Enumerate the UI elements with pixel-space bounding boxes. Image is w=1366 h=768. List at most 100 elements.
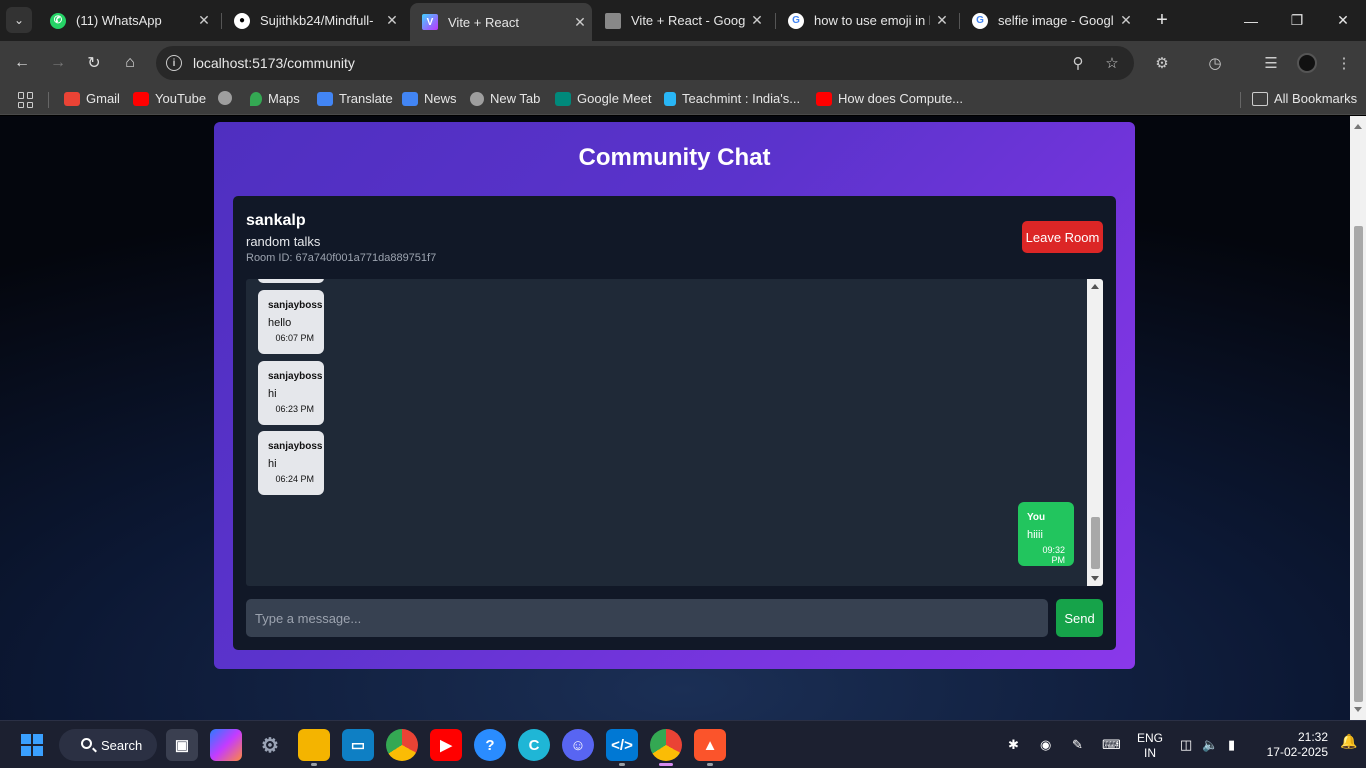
- leave-room-button[interactable]: Leave Room: [1022, 221, 1103, 253]
- scroll-down-arrow-icon[interactable]: [1354, 707, 1362, 712]
- battery-icon[interactable]: ▮: [1228, 721, 1235, 768]
- menu-icon[interactable]: ⋮: [1334, 53, 1354, 73]
- back-button[interactable]: ←: [8, 49, 36, 77]
- scroll-up-arrow-icon[interactable]: [1354, 124, 1362, 129]
- message-list-scrollbar[interactable]: [1087, 279, 1103, 586]
- system-clock[interactable]: 21:32 17-02-2025: [1258, 730, 1328, 760]
- taskbar-search[interactable]: Search: [59, 729, 157, 761]
- tab-emoji-search[interactable]: G how to use emoji in l ✕: [776, 0, 954, 41]
- bookmark-teachmint[interactable]: Teachmint : India's...: [664, 91, 800, 106]
- close-window-button[interactable]: ✕: [1320, 0, 1366, 41]
- page-scrollbar[interactable]: [1350, 116, 1366, 720]
- url-text[interactable]: localhost:5173/community: [193, 55, 355, 71]
- translate-icon: [317, 91, 333, 106]
- google-icon: G: [788, 12, 804, 29]
- tab-selfie-search[interactable]: G selfie image - Google ✕: [960, 0, 1138, 41]
- scroll-down-arrow-icon[interactable]: [1091, 576, 1099, 581]
- close-icon[interactable]: ✕: [930, 12, 954, 29]
- scrollbar-thumb[interactable]: [1091, 517, 1100, 569]
- tab-search-button[interactable]: ⌄: [6, 7, 32, 33]
- arrow-left-icon: ←: [14, 54, 30, 71]
- vscode-icon[interactable]: </>: [606, 729, 638, 766]
- pen-menu-icon[interactable]: ✎: [1072, 721, 1083, 768]
- minimize-icon: —: [1244, 12, 1258, 29]
- scroll-up-arrow-icon[interactable]: [1091, 284, 1099, 289]
- extensions-icon[interactable]: ⚙: [1152, 53, 1172, 73]
- address-bar[interactable]: i localhost:5173/community ⚲ ☆: [156, 46, 1134, 80]
- close-icon[interactable]: ✕: [192, 12, 216, 29]
- zoom-icon[interactable]: ⚲: [1068, 53, 1088, 73]
- close-icon[interactable]: ✕: [745, 12, 769, 29]
- bookmark-translate[interactable]: Translate: [317, 91, 393, 106]
- message-input[interactable]: [246, 599, 1048, 637]
- minimize-button[interactable]: —: [1228, 0, 1274, 41]
- profile-avatar[interactable]: [1297, 53, 1317, 73]
- restore-icon: ❐: [1290, 12, 1304, 28]
- file-explorer-icon[interactable]: [298, 729, 330, 766]
- bookmark-gmail[interactable]: Gmail: [64, 91, 120, 106]
- site-info-icon[interactable]: i: [166, 55, 182, 71]
- tab-github[interactable]: ● Sujithkb24/Mindfull- ✕: [222, 0, 404, 41]
- forward-button[interactable]: →: [44, 49, 72, 77]
- network-icon[interactable]: ◫: [1180, 721, 1192, 768]
- reload-button[interactable]: ↻: [80, 49, 108, 77]
- desktop-icon[interactable]: ▭: [342, 729, 374, 761]
- tab-title: Vite + React: [448, 14, 519, 30]
- tab-title: selfie image - Google: [998, 13, 1114, 28]
- volume-icon[interactable]: 🔈: [1202, 721, 1218, 768]
- new-tab-button[interactable]: +: [1150, 8, 1174, 32]
- apps-grid-icon[interactable]: [18, 92, 34, 108]
- message-bubble: sanjayboss hi 06:24 PM: [258, 431, 324, 495]
- tab-whatsapp[interactable]: ✆ (11) WhatsApp ✕: [38, 0, 216, 41]
- history-icon[interactable]: ◷: [1205, 53, 1225, 73]
- settings-gear-icon[interactable]: ⚙: [254, 729, 286, 761]
- bookmark-globe[interactable]: [218, 91, 238, 105]
- chrome-icon[interactable]: [386, 729, 418, 761]
- scrollbar-thumb[interactable]: [1354, 226, 1363, 702]
- message-bubble: sanjayboss hello 06:07 PM: [258, 290, 324, 354]
- message-list[interactable]: sanjayboss hello 06:07 PM sanjayboss hi …: [246, 279, 1103, 586]
- close-icon[interactable]: ✕: [380, 12, 404, 29]
- chrome-active-icon[interactable]: [650, 729, 682, 766]
- bookmark-label: Google Meet: [577, 91, 652, 106]
- bookmark-new-tab[interactable]: New Tab: [470, 91, 540, 106]
- bookmark-news[interactable]: News: [402, 91, 457, 106]
- message-bubble: sanjayboss hi 06:23 PM: [258, 361, 324, 425]
- bookmark-youtube[interactable]: YouTube: [133, 91, 206, 106]
- star-icon[interactable]: ☆: [1102, 53, 1122, 73]
- tab-vite-react-active[interactable]: V Vite + React ✕: [410, 3, 592, 41]
- message-time: 06:23 PM: [275, 404, 314, 414]
- folder-icon: [1252, 91, 1268, 106]
- language-indicator[interactable]: ENG IN: [1136, 731, 1164, 761]
- bookmarks-bar: Gmail YouTube Maps Translate News New Ta…: [0, 85, 1366, 115]
- notification-bell-icon[interactable]: 🔔: [1340, 733, 1358, 753]
- bookmark-maps[interactable]: Maps: [250, 91, 300, 106]
- youtube-icon[interactable]: ▶: [430, 729, 462, 761]
- windows-start-icon[interactable]: [16, 729, 48, 761]
- bookmark-label: Teachmint : India's...: [682, 91, 801, 106]
- message-composer: Send: [246, 599, 1103, 637]
- media-control-icon[interactable]: ☰: [1261, 53, 1281, 73]
- bluetooth-icon[interactable]: ✱: [1008, 721, 1019, 768]
- keyboard-icon[interactable]: ⌨: [1102, 721, 1121, 768]
- home-button[interactable]: ⌂: [116, 49, 144, 77]
- help-icon[interactable]: ?: [474, 729, 506, 761]
- close-icon[interactable]: ✕: [1114, 12, 1138, 29]
- message-sender: sanjayboss: [268, 441, 323, 452]
- all-bookmarks[interactable]: All Bookmarks: [1252, 91, 1357, 106]
- bookmark-google-meet[interactable]: Google Meet: [555, 91, 651, 106]
- tab-vite-react-docs[interactable]: Vite + React - Google ✕: [593, 0, 769, 41]
- restore-button[interactable]: ❐: [1274, 0, 1320, 41]
- discord-icon[interactable]: ☺: [562, 729, 594, 761]
- grammarly-icon[interactable]: ◉: [1040, 721, 1051, 768]
- close-icon[interactable]: ✕: [568, 14, 592, 31]
- bookmark-youtube-video[interactable]: How does Compute...: [816, 91, 963, 106]
- vite-icon: V: [422, 14, 438, 30]
- canva-icon[interactable]: C: [518, 729, 550, 761]
- copilot-icon[interactable]: [210, 729, 242, 761]
- divider: [1240, 92, 1241, 108]
- search-icon: [81, 738, 92, 749]
- task-view-icon[interactable]: ▣: [166, 729, 198, 761]
- send-button[interactable]: Send: [1056, 599, 1103, 637]
- brave-icon[interactable]: ▲: [694, 729, 726, 766]
